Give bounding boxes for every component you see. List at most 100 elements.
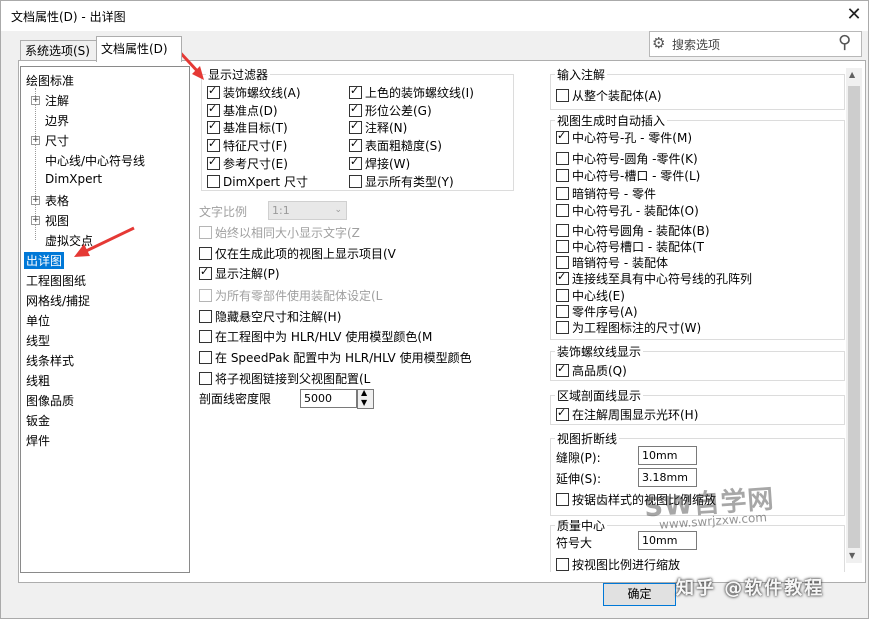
- scale-with-view-checkbox[interactable]: 按视图比例进行缩放: [556, 556, 680, 572]
- checkbox[interactable]: [349, 175, 362, 188]
- checkbox[interactable]: [207, 155, 220, 170]
- hlr-speedpak-color-checkbox[interactable]: 在 SpeedPak 配置中为 HLR/HLV 使用模型颜色: [199, 349, 472, 366]
- checkbox[interactable]: [199, 247, 212, 260]
- checkbox[interactable]: [556, 270, 569, 285]
- auto-insert-item[interactable]: 中心符号孔 - 装配体(O): [556, 202, 699, 219]
- checkbox[interactable]: [199, 289, 212, 302]
- filter-feature-dimensions[interactable]: 特征尺寸(F): [207, 137, 287, 154]
- checkbox[interactable]: [207, 84, 220, 99]
- same-size-text-checkbox[interactable]: 始终以相同大小显示文字(Z: [199, 224, 360, 241]
- auto-insert-item[interactable]: 为工程图标注的尺寸(W): [556, 319, 701, 336]
- checkbox[interactable]: [556, 289, 569, 302]
- checkbox[interactable]: [199, 226, 212, 239]
- only-in-view-checkbox[interactable]: 仅在生成此项的视图上显示项目(V: [199, 245, 396, 262]
- tree-item-dimxpert[interactable]: DimXpert: [45, 172, 102, 186]
- tree-item-grid-snap[interactable]: 网格线/捕捉: [26, 292, 90, 309]
- expand-icon[interactable]: +: [31, 136, 40, 145]
- checkbox[interactable]: [199, 372, 212, 385]
- checkbox[interactable]: [556, 89, 569, 102]
- checkbox[interactable]: [199, 310, 212, 323]
- tree-item-drafting-standard[interactable]: 绘图标准: [26, 72, 74, 89]
- auto-insert-item[interactable]: 中心符号圆角 - 装配体(B): [556, 222, 710, 239]
- right-pane-scrollbar[interactable]: ▲ ▼: [846, 68, 862, 563]
- tree-item-line-style[interactable]: 线条样式: [26, 352, 74, 369]
- checkbox[interactable]: [556, 305, 569, 318]
- checkbox[interactable]: [207, 102, 220, 117]
- checkbox[interactable]: [556, 256, 569, 269]
- tree-item-centerlines[interactable]: 中心线/中心符号线: [45, 152, 145, 169]
- tree-item-borders[interactable]: 边界: [45, 112, 69, 129]
- auto-insert-item[interactable]: 中心符号-孔 - 零件(M): [556, 129, 692, 146]
- checkbox[interactable]: [556, 406, 569, 421]
- auto-insert-item[interactable]: 暗销符号 - 装配体: [556, 254, 668, 271]
- tree-item-sheet-metal[interactable]: 钣金: [26, 412, 50, 429]
- expand-icon[interactable]: +: [31, 196, 40, 205]
- checkbox[interactable]: [199, 265, 212, 280]
- checkbox[interactable]: [556, 362, 569, 377]
- tree-item-weldments[interactable]: 焊件: [26, 432, 50, 449]
- checkbox[interactable]: [199, 351, 212, 364]
- auto-insert-item[interactable]: 连接线至具有中心符号线的孔阵列: [556, 270, 752, 287]
- checkbox[interactable]: [199, 330, 212, 343]
- tree-item-views[interactable]: 视图: [45, 212, 69, 229]
- tab-document-properties[interactable]: 文档属性(D): [96, 36, 182, 62]
- search-icon[interactable]: ⚲: [838, 32, 851, 53]
- checkbox[interactable]: [556, 187, 569, 200]
- auto-insert-item[interactable]: 中心符号-圆角 -零件(K): [556, 150, 698, 167]
- auto-insert-item[interactable]: 暗销符号 - 零件: [556, 185, 656, 202]
- tree-item-detailing[interactable]: 出详图: [24, 252, 65, 269]
- checkbox[interactable]: [556, 224, 569, 237]
- filter-surface-finish[interactable]: 表面粗糙度(S): [349, 137, 442, 154]
- filter-datum-points[interactable]: 基准点(D): [207, 102, 278, 119]
- tree-item-annotations[interactable]: 注解: [45, 92, 69, 109]
- close-icon[interactable]: ✕: [844, 4, 864, 26]
- filter-welds[interactable]: 焊接(W): [349, 155, 410, 172]
- checkbox[interactable]: [556, 558, 569, 571]
- from-entire-assembly-checkbox[interactable]: 从整个装配体(A): [556, 87, 662, 104]
- filter-notes[interactable]: 注释(N): [349, 119, 407, 136]
- tree-item-tables[interactable]: 表格: [45, 192, 69, 209]
- auto-insert-item[interactable]: 中心符号-槽口 - 零件(L): [556, 167, 700, 184]
- filter-cosmetic-thread[interactable]: 装饰螺纹线(A): [207, 84, 301, 101]
- symbol-size-input[interactable]: 10mm: [638, 531, 697, 550]
- search-box[interactable]: ⚙ 搜索选项 ⚲: [649, 31, 862, 57]
- tree-item-line-font[interactable]: 线型: [26, 332, 50, 349]
- spin-up-icon[interactable]: ▲: [361, 388, 367, 397]
- high-quality-checkbox[interactable]: 高品质(Q): [556, 362, 627, 379]
- scroll-down-icon[interactable]: ▼: [849, 551, 855, 560]
- checkbox[interactable]: [349, 102, 362, 117]
- auto-insert-item[interactable]: 中心符号槽口 - 装配体(T: [556, 238, 704, 255]
- filter-datum-targets[interactable]: 基准目标(T): [207, 119, 288, 136]
- tree-item-units[interactable]: 单位: [26, 312, 50, 329]
- checkbox[interactable]: [349, 155, 362, 170]
- gear-icon[interactable]: ⚙: [652, 34, 665, 52]
- auto-insert-item[interactable]: 中心线(E): [556, 287, 625, 304]
- tree-item-dimensions[interactable]: 尺寸: [45, 132, 69, 149]
- scroll-thumb[interactable]: [848, 86, 860, 548]
- halo-checkbox[interactable]: 在注解周围显示光环(H): [556, 406, 698, 423]
- checkbox[interactable]: [556, 129, 569, 144]
- auto-insert-item[interactable]: 零件序号(A): [556, 303, 638, 320]
- checkbox[interactable]: [556, 152, 569, 165]
- checkbox[interactable]: [556, 169, 569, 182]
- hide-dangling-checkbox[interactable]: 隐藏悬空尺寸和注解(H): [199, 308, 341, 325]
- checkbox[interactable]: [349, 119, 362, 134]
- hatch-density-spinner[interactable]: ▲ ▼: [357, 388, 374, 409]
- tree-item-drawing-sheets[interactable]: 工程图图纸: [26, 272, 86, 289]
- scroll-up-icon[interactable]: ▲: [849, 70, 855, 79]
- checkbox[interactable]: [349, 137, 362, 152]
- filter-display-all-types[interactable]: 显示所有类型(Y): [349, 173, 454, 190]
- tree-item-line-thickness[interactable]: 线粗: [26, 372, 50, 389]
- filter-dimxpert-dimensions[interactable]: DimXpert 尺寸: [207, 173, 308, 190]
- checkbox[interactable]: [207, 175, 220, 188]
- expand-icon[interactable]: +: [31, 96, 40, 105]
- show-annotations-checkbox[interactable]: 显示注解(P): [199, 265, 280, 282]
- tab-system-options[interactable]: 系统选项(S): [20, 40, 105, 61]
- hlr-drawing-color-checkbox[interactable]: 在工程图中为 HLR/HLV 使用模型颜色(M: [199, 328, 432, 345]
- checkbox[interactable]: [556, 493, 569, 506]
- expand-icon[interactable]: +: [31, 216, 40, 225]
- checkbox[interactable]: [556, 240, 569, 253]
- checkbox[interactable]: [349, 84, 362, 99]
- filter-reference-dimensions[interactable]: 参考尺寸(E): [207, 155, 288, 172]
- spin-down-icon[interactable]: ▼: [361, 398, 367, 407]
